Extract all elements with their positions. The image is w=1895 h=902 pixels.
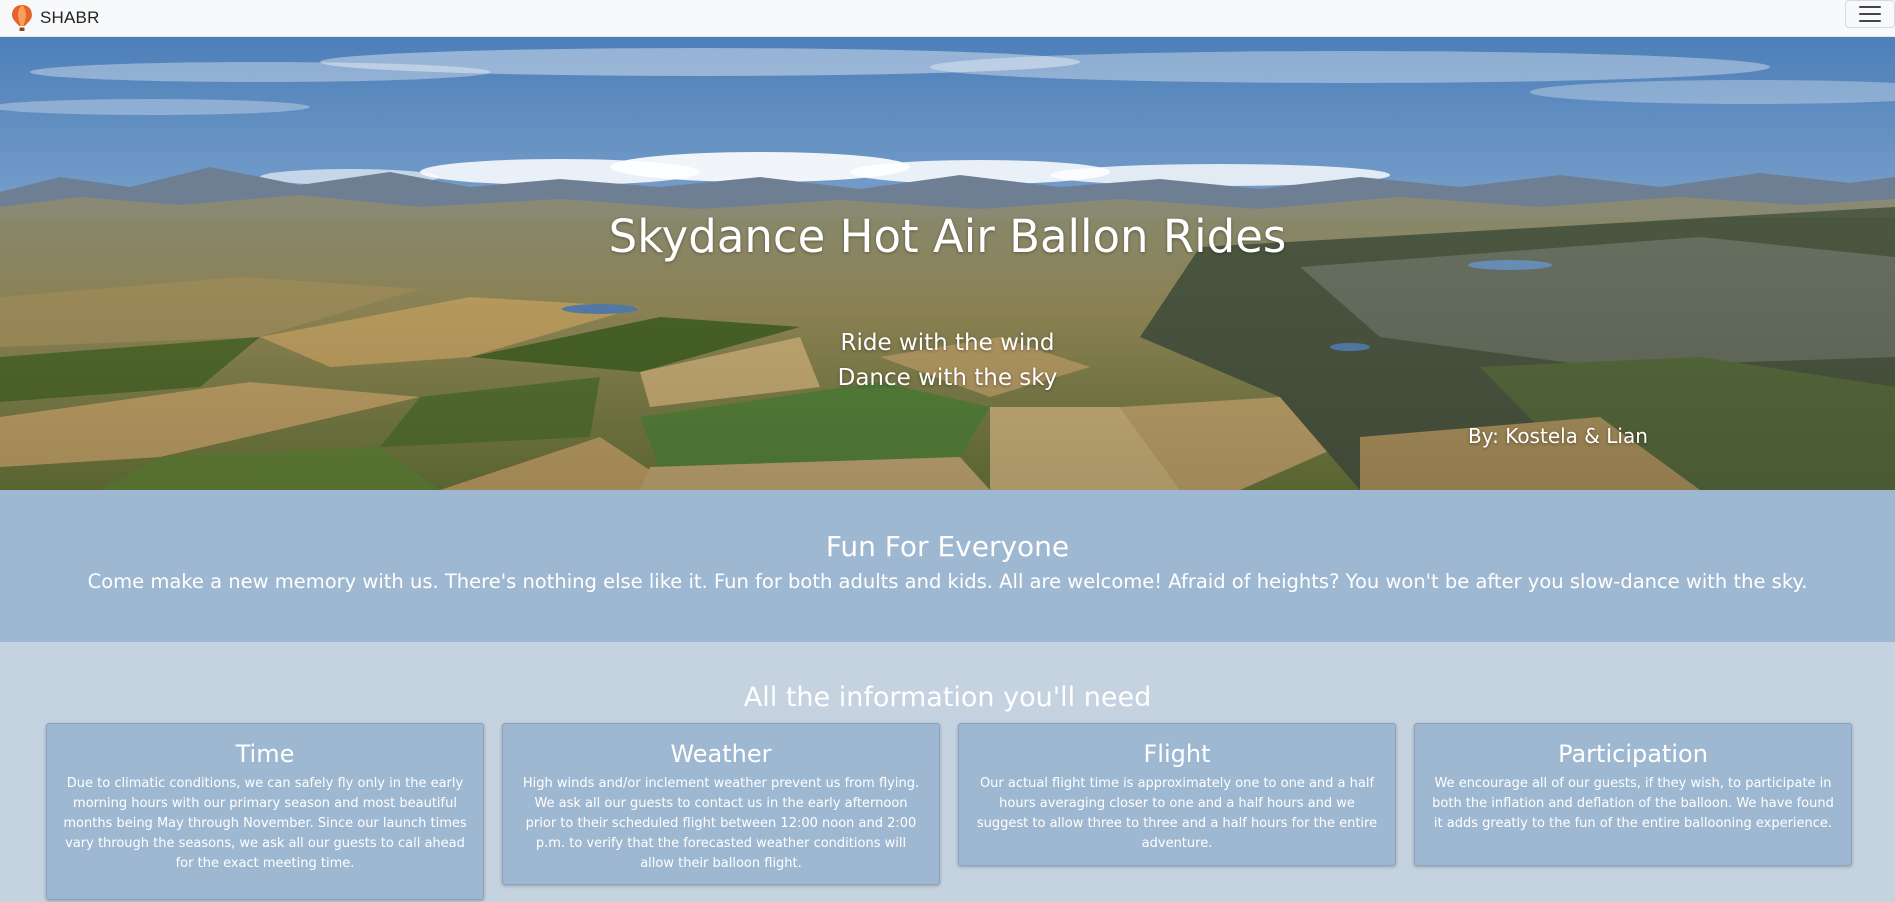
card-title: Weather <box>670 740 772 768</box>
hot-air-balloon-icon <box>12 5 32 31</box>
hero-tagline-wind: Ride with the wind <box>840 330 1055 356</box>
info-card-weather: Weather High winds and/or inclement weat… <box>502 723 940 885</box>
navbar: SHABR <box>0 0 1895 37</box>
card-title: Participation <box>1558 740 1708 768</box>
info-card-participation: Participation We encourage all of our gu… <box>1414 723 1852 866</box>
fun-title: Fun For Everyone <box>825 530 1070 563</box>
hero-credit: By: Kostela & Lian <box>1468 424 1648 448</box>
brand-link[interactable]: SHABR <box>10 4 100 32</box>
hero-tagline-sky: Dance with the sky <box>837 365 1058 391</box>
brand-name: SHABR <box>40 8 100 27</box>
card-title: Time <box>235 740 295 768</box>
info-section: All the information you'll need Time Due… <box>0 642 1895 902</box>
fun-section: Fun For Everyone Come make a new memory … <box>0 490 1895 642</box>
hero-landscape-image <box>0 37 1895 490</box>
card-text: We encourage all of our guests, if they … <box>1432 776 1834 831</box>
card-text: Due to climatic conditions, we can safel… <box>63 776 467 871</box>
hero-title: Skydance Hot Air Ballon Rides <box>608 210 1287 263</box>
info-title: All the information you'll need <box>743 682 1152 713</box>
card-title: Flight <box>1143 740 1211 768</box>
fun-description: Come make a new memory with us. There's … <box>87 570 1808 593</box>
hamburger-menu-icon[interactable] <box>1845 0 1895 28</box>
hero-banner: Skydance Hot Air Ballon Rides Ride with … <box>0 37 1895 490</box>
info-card-flight: Flight Our actual flight time is approxi… <box>958 723 1396 866</box>
info-card-time: Time Due to climatic conditions, we can … <box>46 723 484 900</box>
card-text: High winds and/or inclement weather prev… <box>522 776 920 871</box>
card-text: Our actual flight time is approximately … <box>976 776 1378 851</box>
